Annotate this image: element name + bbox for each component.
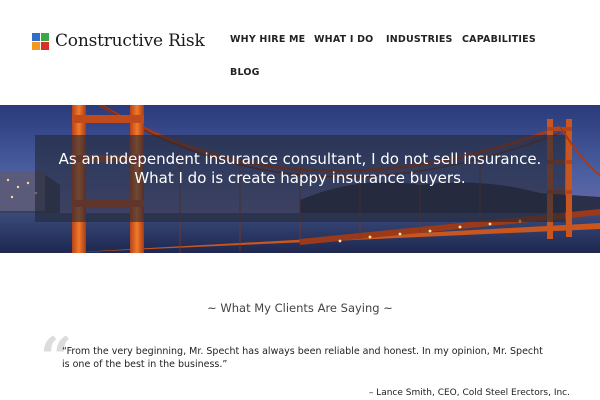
logo-text: Constructive Risk [55,31,205,51]
hero-line-2: What I do is create happy insurance buye… [134,169,466,187]
testimonial-quote: “From the very beginning, Mr. Specht has… [62,346,543,370]
logo-square-blue [32,32,40,41]
hero-tagline: As an independent insurance consultant, … [35,150,565,188]
site-logo[interactable]: Constructive Risk [32,31,205,51]
nav-why-hire-me[interactable]: WHY HIRE ME [230,34,305,45]
logo-square-red [41,41,49,50]
testimonial-author: – Lance Smith, CEO, Cold Steel Erectors,… [368,388,570,398]
nav-what-i-do[interactable]: WHAT I DO [314,34,373,45]
hero-line-1: As an independent insurance consultant, … [58,150,542,168]
site-header: Constructive Risk WHY HIRE ME WHAT I DO … [0,0,600,105]
testimonials-title: ~ What My Clients Are Saying ~ [207,301,393,315]
hero-banner: As an independent insurance consultant, … [0,105,600,253]
nav-industries[interactable]: INDUSTRIES [386,34,453,45]
logo-square-orange [32,41,40,50]
logo-squares-icon [32,32,49,50]
nav-blog[interactable]: BLOG [230,67,260,78]
logo-square-green [41,32,49,41]
nav-capabilities[interactable]: CAPABILITIES [462,34,536,45]
